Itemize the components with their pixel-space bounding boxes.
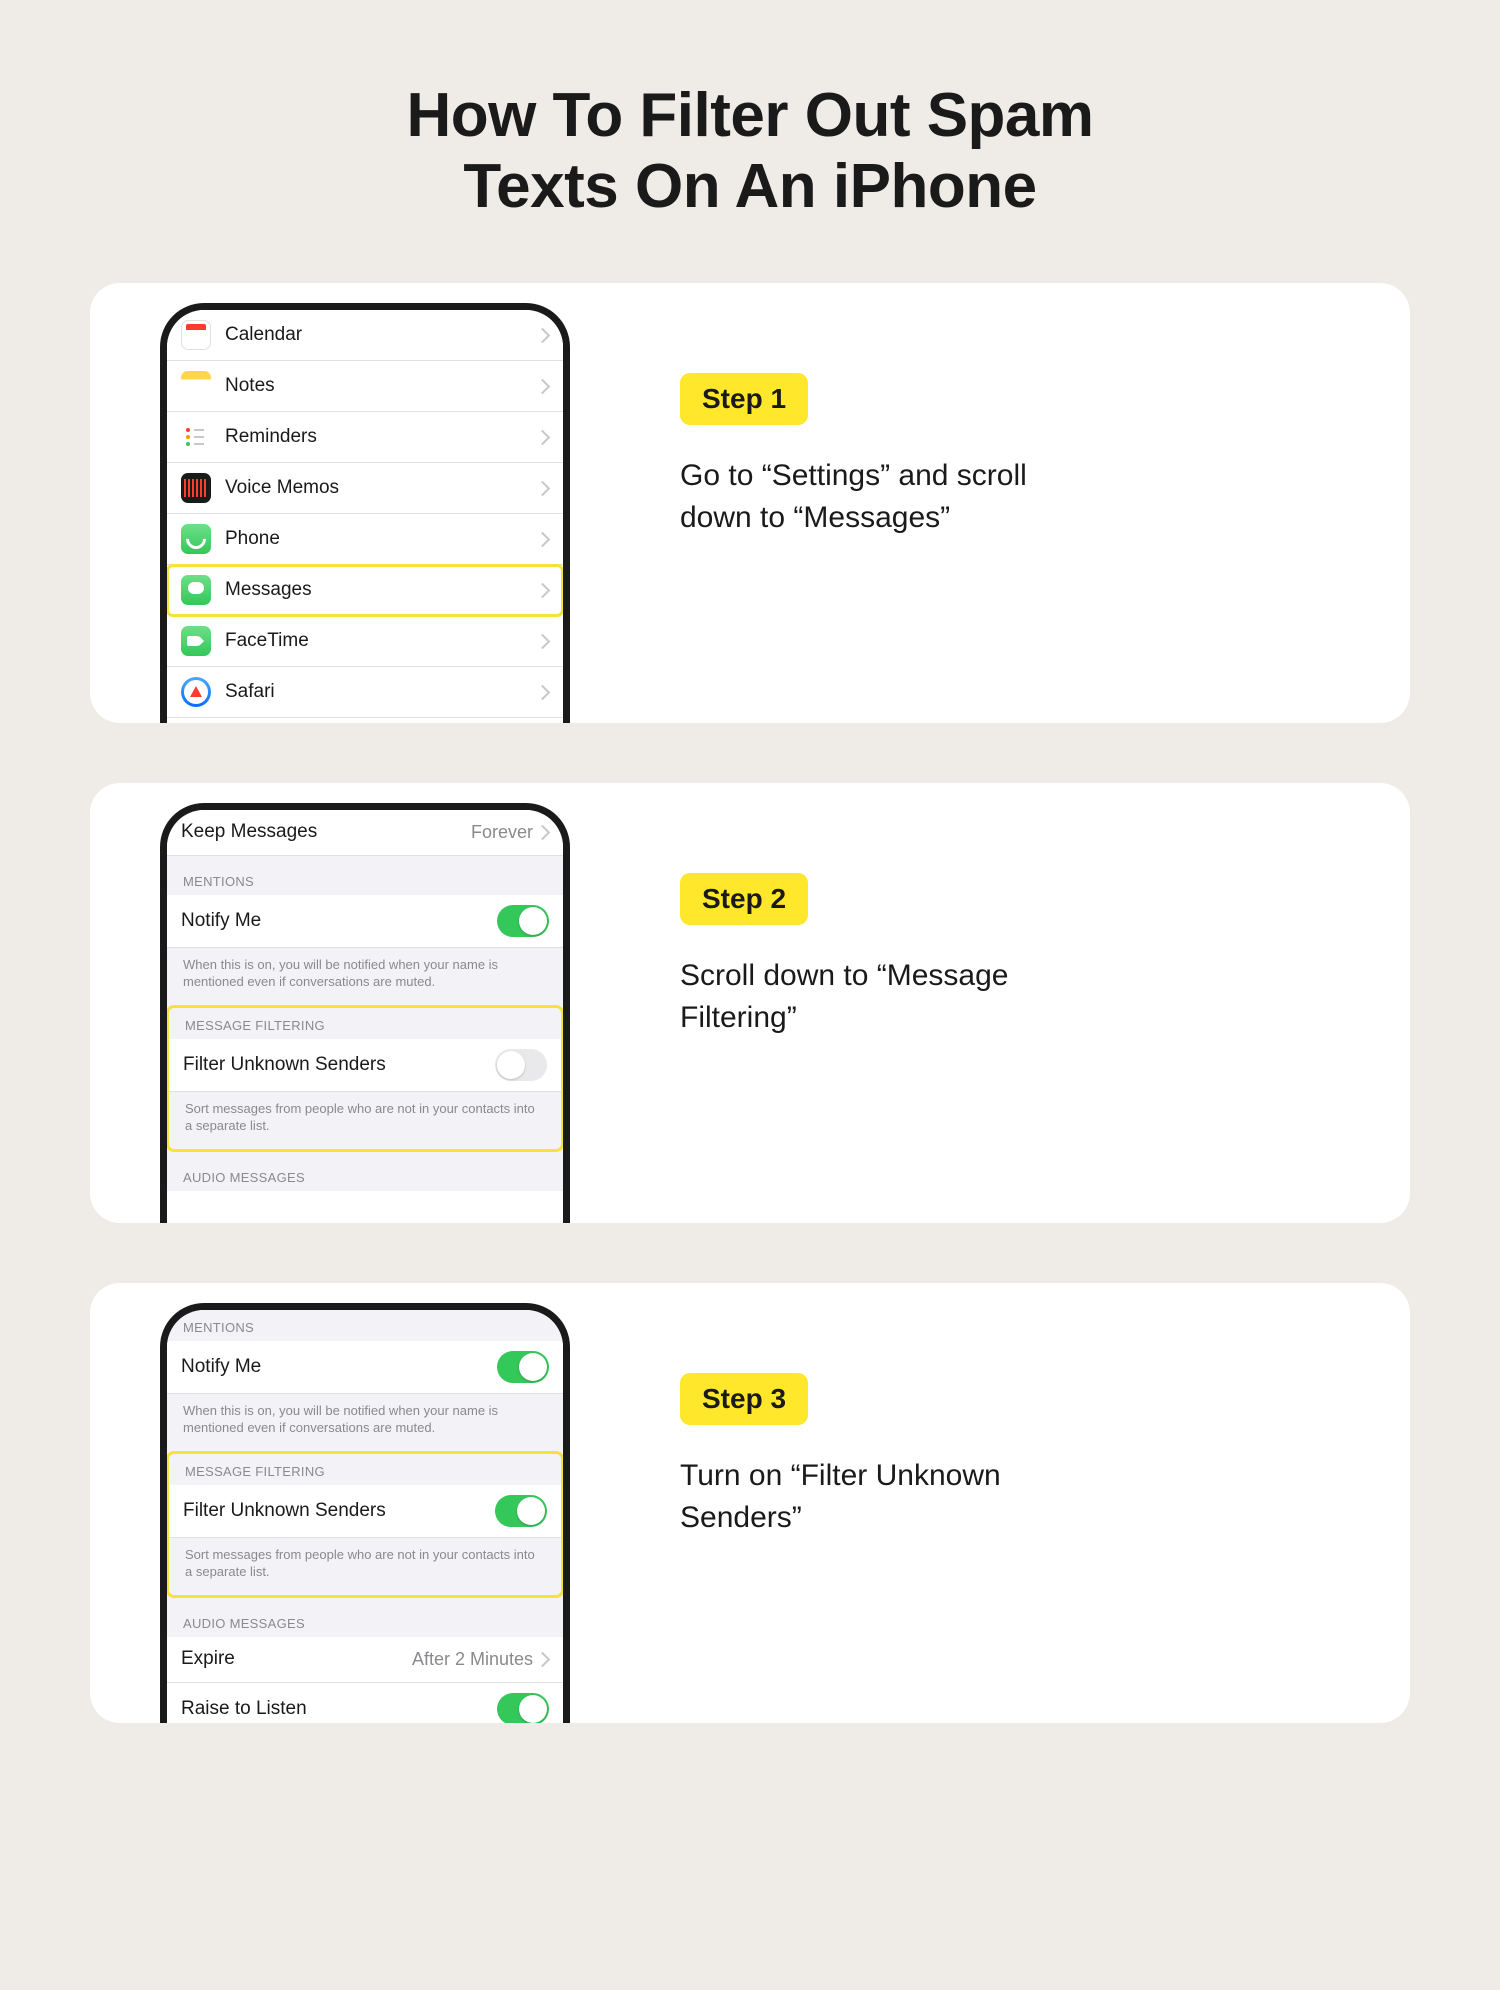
notify-me-toggle[interactable] [497, 1351, 549, 1383]
notify-me-footnote: When this is on, you will be notified wh… [167, 1394, 563, 1451]
phone-mock-step-2: Keep Messages Forever MENTIONS Notify Me… [160, 803, 570, 1223]
safari-icon [181, 677, 211, 707]
settings-row-label: Phone [225, 528, 539, 550]
raise-to-listen-row[interactable]: Raise to Listen [167, 1683, 563, 1723]
messages-settings: Keep Messages Forever MENTIONS Notify Me… [167, 810, 563, 1223]
filter-unknown-senders-row[interactable]: Filter Unknown Senders [169, 1485, 561, 1538]
audio-messages-header: AUDIO MESSAGES [167, 1598, 563, 1637]
filter-unknown-senders-label: Filter Unknown Senders [183, 1054, 495, 1076]
step-3-pill: Step 3 [680, 1373, 808, 1425]
settings-row-calendar[interactable]: Calendar [167, 310, 563, 361]
keep-messages-row[interactable]: Keep Messages Forever [167, 810, 563, 856]
step-3-text: Turn on “Filter Unknown Senders” [680, 1455, 1100, 1539]
title-line-1: How To Filter Out Spam [406, 81, 1093, 150]
filter-unknown-senders-toggle[interactable] [495, 1049, 547, 1081]
chevron-right-icon [539, 684, 549, 700]
filter-unknown-senders-row[interactable]: Filter Unknown Senders [169, 1039, 561, 1092]
expire-row[interactable]: Expire After 2 Minutes [167, 1637, 563, 1683]
step-2-card: Keep Messages Forever MENTIONS Notify Me… [90, 783, 1410, 1223]
keep-messages-label: Keep Messages [181, 821, 471, 843]
chevron-right-icon [539, 531, 549, 547]
messages-icon [181, 575, 211, 605]
mentions-header: MENTIONS [167, 856, 563, 895]
chevron-right-icon [539, 582, 549, 598]
step-1-explain: Step 1 Go to “Settings” and scroll down … [680, 283, 1100, 539]
settings-row-label: Safari [225, 681, 539, 703]
settings-row-facetime[interactable]: FaceTime [167, 616, 563, 667]
message-filtering-header: MESSAGE FILTERING [169, 1454, 561, 1485]
facetime-icon [181, 626, 211, 656]
settings-row-label: Calendar [225, 324, 539, 346]
chevron-right-icon [539, 480, 549, 496]
chevron-right-icon [539, 1651, 549, 1667]
message-filtering-highlight: MESSAGE FILTERING Filter Unknown Senders… [166, 1005, 564, 1152]
page-title: How To Filter Out Spam Texts On An iPhon… [90, 80, 1410, 223]
raise-to-listen-toggle[interactable] [497, 1693, 549, 1723]
audio-messages-header: AUDIO MESSAGES [167, 1152, 563, 1191]
message-filtering-highlight: MESSAGE FILTERING Filter Unknown Senders… [166, 1451, 564, 1598]
settings-row-news[interactable]: News [167, 718, 563, 723]
calendar-icon [181, 320, 211, 350]
settings-row-label: Reminders [225, 426, 539, 448]
notify-me-row[interactable]: Notify Me [167, 1341, 563, 1394]
phone-icon [181, 524, 211, 554]
step-1-pill: Step 1 [680, 373, 808, 425]
chevron-right-icon [539, 378, 549, 394]
settings-row-messages[interactable]: Messages [167, 565, 563, 616]
step-3-card: MENTIONS Notify Me When this is on, you … [90, 1283, 1410, 1723]
message-filtering-header: MESSAGE FILTERING [169, 1008, 561, 1039]
notify-me-toggle[interactable] [497, 905, 549, 937]
notify-me-footnote: When this is on, you will be notified wh… [167, 948, 563, 1005]
step-1-card: Calendar Notes Reminders Voice Memos [90, 283, 1410, 723]
infographic-page: How To Filter Out Spam Texts On An iPhon… [0, 0, 1500, 1813]
messages-settings: MENTIONS Notify Me When this is on, you … [167, 1310, 563, 1723]
mentions-header: MENTIONS [167, 1310, 563, 1341]
step-3-explain: Step 3 Turn on “Filter Unknown Senders” [680, 1283, 1100, 1539]
voice-memos-icon [181, 473, 211, 503]
chevron-right-icon [539, 633, 549, 649]
settings-row-label: FaceTime [225, 630, 539, 652]
settings-row-label: Voice Memos [225, 477, 539, 499]
raise-to-listen-label: Raise to Listen [181, 1698, 497, 1720]
chevron-right-icon [539, 429, 549, 445]
settings-row-label: Notes [225, 375, 539, 397]
notify-me-label: Notify Me [181, 910, 497, 932]
filter-unknown-senders-toggle[interactable] [495, 1495, 547, 1527]
keep-messages-value: Forever [471, 822, 533, 843]
phone-mock-step-1: Calendar Notes Reminders Voice Memos [160, 303, 570, 723]
phone-mock-step-3: MENTIONS Notify Me When this is on, you … [160, 1303, 570, 1723]
filter-unknown-senders-footnote: Sort messages from people who are not in… [169, 1092, 561, 1149]
notes-icon [181, 371, 211, 401]
chevron-right-icon [539, 327, 549, 343]
reminders-icon [181, 422, 211, 452]
settings-row-reminders[interactable]: Reminders [167, 412, 563, 463]
expire-label: Expire [181, 1648, 412, 1670]
settings-list: Calendar Notes Reminders Voice Memos [167, 310, 563, 723]
filter-unknown-senders-label: Filter Unknown Senders [183, 1500, 495, 1522]
settings-row-label: Messages [225, 579, 539, 601]
title-line-2: Texts On An iPhone [463, 152, 1036, 221]
expire-value: After 2 Minutes [412, 1649, 533, 1670]
step-1-text: Go to “Settings” and scroll down to “Mes… [680, 455, 1100, 539]
settings-row-notes[interactable]: Notes [167, 361, 563, 412]
step-2-pill: Step 2 [680, 873, 808, 925]
notify-me-label: Notify Me [181, 1356, 497, 1378]
audio-messages-placeholder-row [167, 1191, 563, 1223]
chevron-right-icon [539, 824, 549, 840]
filter-unknown-senders-footnote: Sort messages from people who are not in… [169, 1538, 561, 1595]
settings-row-voice-memos[interactable]: Voice Memos [167, 463, 563, 514]
notify-me-row[interactable]: Notify Me [167, 895, 563, 948]
step-2-text: Scroll down to “Message Filtering” [680, 955, 1100, 1039]
settings-row-phone[interactable]: Phone [167, 514, 563, 565]
settings-row-safari[interactable]: Safari [167, 667, 563, 718]
step-2-explain: Step 2 Scroll down to “Message Filtering… [680, 783, 1100, 1039]
